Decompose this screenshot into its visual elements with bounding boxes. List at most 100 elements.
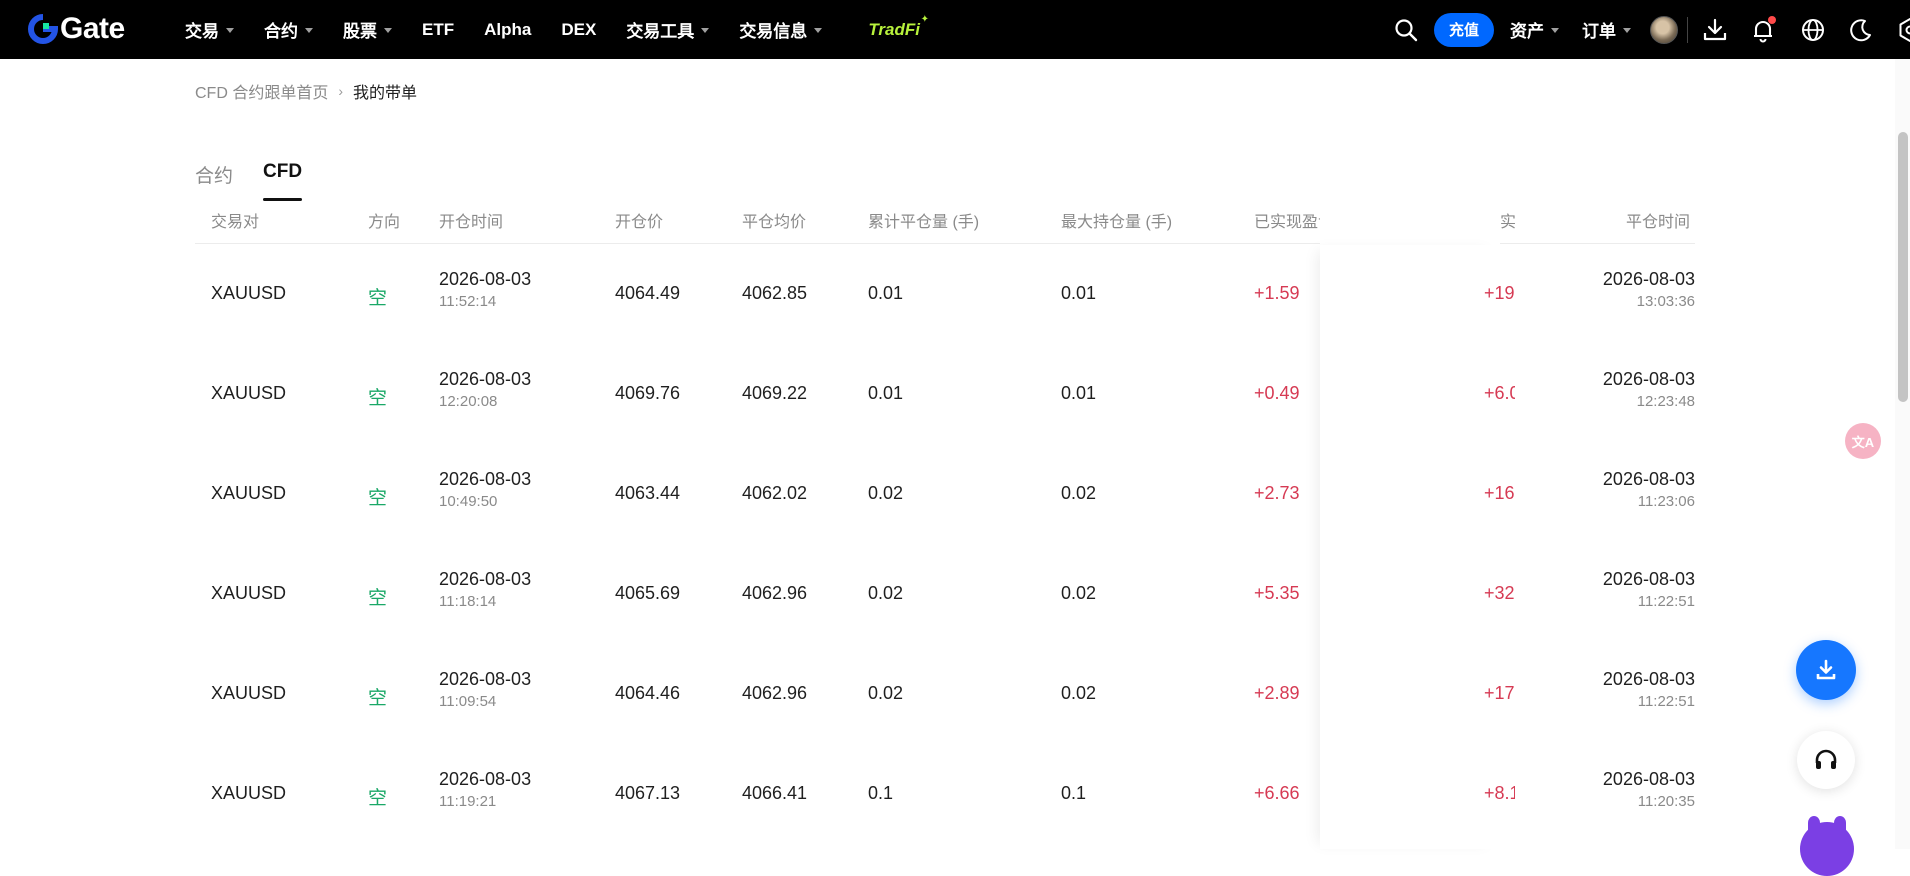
nav-label: 交易工具 bbox=[626, 17, 694, 42]
column-clip-header bbox=[1320, 200, 1500, 244]
nav-item-futures[interactable]: 合约 bbox=[264, 17, 313, 42]
cell-open-time: 2026-08-03 11:52:14 bbox=[439, 269, 531, 310]
cell-realized-pnl: +1.59 bbox=[1254, 283, 1300, 304]
open-clock: 12:20:08 bbox=[439, 393, 531, 410]
nav-label: 交易 bbox=[185, 17, 219, 42]
cell-realized-pnl: +2.89 bbox=[1254, 683, 1300, 704]
nav-label: Alpha bbox=[484, 20, 531, 40]
open-clock: 10:49:50 bbox=[439, 493, 531, 510]
moon-icon[interactable] bbox=[1848, 17, 1874, 43]
cell-max-hold: 0.02 bbox=[1061, 683, 1096, 704]
cell-closed-qty: 0.02 bbox=[868, 683, 903, 704]
main-nav: 交易 合约 股票 ETF Alpha DEX 交易工具 交易信息 TradFi✦ bbox=[185, 0, 950, 59]
cell-realized-pct: +8.1 bbox=[1484, 783, 1515, 804]
nav-item-trade[interactable]: 交易 bbox=[185, 17, 234, 42]
th-max-hold: 最大持仓量 (手) bbox=[1061, 208, 1172, 232]
cell-max-hold: 0.02 bbox=[1061, 583, 1096, 604]
cell-close-time: 2026-08-03 11:23:06 bbox=[1560, 469, 1695, 510]
cell-realized-pnl: +2.73 bbox=[1254, 483, 1300, 504]
nav-item-stocks[interactable]: 股票 bbox=[343, 17, 392, 42]
close-clock: 11:22:51 bbox=[1560, 593, 1695, 610]
translate-icon[interactable]: 文A bbox=[1845, 423, 1881, 459]
globe-icon[interactable] bbox=[1800, 17, 1826, 43]
cell-closed-qty: 0.01 bbox=[868, 383, 903, 404]
cell-realized-pnl: +5.35 bbox=[1254, 583, 1300, 604]
th-direction: 方向 bbox=[368, 208, 400, 232]
logo-text: Gate bbox=[60, 12, 125, 46]
cell-max-hold: 0.01 bbox=[1061, 383, 1096, 404]
top-nav-bar: Gate 交易 合约 股票 ETF Alpha DEX 交易工具 交易信息 Tr… bbox=[0, 0, 1910, 59]
deposit-button[interactable]: 充值 bbox=[1434, 13, 1494, 47]
scrollbar-thumb[interactable] bbox=[1898, 132, 1908, 402]
table-row: XAUUSD空4064.464062.960.020.02+2.892026-0… bbox=[0, 645, 1700, 745]
download-app-icon[interactable] bbox=[1796, 640, 1856, 700]
nav-item-assets[interactable]: 资产 bbox=[1510, 17, 1559, 42]
cell-pair: XAUUSD bbox=[211, 683, 286, 704]
cell-open-price: 4065.69 bbox=[615, 583, 680, 604]
cell-max-hold: 0.1 bbox=[1061, 783, 1086, 804]
table-row: XAUUSD空4063.444062.020.020.02+2.732026-0… bbox=[0, 445, 1700, 545]
cell-closed-qty: 0.02 bbox=[868, 483, 903, 504]
cell-open-price: 4064.46 bbox=[615, 683, 680, 704]
download-icon[interactable] bbox=[1702, 17, 1728, 43]
open-date: 2026-08-03 bbox=[439, 369, 531, 390]
avatar[interactable] bbox=[1650, 16, 1678, 44]
close-date: 2026-08-03 bbox=[1560, 769, 1695, 790]
open-clock: 11:52:14 bbox=[439, 293, 531, 310]
nav-item-alpha[interactable]: Alpha bbox=[484, 20, 531, 40]
cell-max-hold: 0.01 bbox=[1061, 283, 1096, 304]
search-icon[interactable] bbox=[1393, 17, 1419, 43]
settings-hex-icon[interactable] bbox=[1897, 17, 1910, 43]
close-date: 2026-08-03 bbox=[1560, 469, 1695, 490]
close-date: 2026-08-03 bbox=[1560, 569, 1695, 590]
cell-realized-pct: +6.0 bbox=[1484, 383, 1515, 404]
nav-item-trading-tools[interactable]: 交易工具 bbox=[626, 17, 709, 42]
close-clock: 11:23:06 bbox=[1560, 493, 1695, 510]
headset-icon[interactable] bbox=[1797, 731, 1855, 789]
cell-pair: XAUUSD bbox=[211, 483, 286, 504]
cell-realized-pct: +17. bbox=[1484, 683, 1515, 704]
nav-label: 资产 bbox=[1510, 17, 1544, 42]
open-date: 2026-08-03 bbox=[439, 669, 531, 690]
nav-item-orders[interactable]: 订单 bbox=[1582, 17, 1631, 42]
th-close-time: 平仓时间 bbox=[1626, 208, 1690, 232]
cell-close-avg: 4062.02 bbox=[742, 483, 807, 504]
cell-close-avg: 4069.22 bbox=[742, 383, 807, 404]
cell-realized-pct: +16. bbox=[1484, 483, 1515, 504]
gate-logo[interactable]: Gate bbox=[28, 11, 125, 47]
bell-icon[interactable] bbox=[1750, 17, 1776, 43]
notification-dot bbox=[1768, 16, 1776, 24]
cell-close-time: 2026-08-03 11:22:51 bbox=[1560, 569, 1695, 610]
nav-item-trading-info[interactable]: 交易信息 bbox=[739, 17, 822, 42]
gate-logo-icon bbox=[28, 14, 58, 44]
cell-pair: XAUUSD bbox=[211, 383, 286, 404]
nav-label: 交易信息 bbox=[739, 17, 807, 42]
mascot-icon[interactable] bbox=[1800, 822, 1854, 876]
nav-item-dex[interactable]: DEX bbox=[561, 20, 596, 40]
table-row: XAUUSD空4065.694062.960.020.02+5.352026-0… bbox=[0, 545, 1700, 645]
breadcrumb-home-link[interactable]: CFD 合约跟单首页 bbox=[195, 79, 328, 103]
cell-pair: XAUUSD bbox=[211, 283, 286, 304]
caret-down-icon bbox=[226, 28, 234, 33]
open-clock: 11:19:21 bbox=[439, 793, 531, 810]
open-date: 2026-08-03 bbox=[439, 269, 531, 290]
cell-closed-qty: 0.1 bbox=[868, 783, 893, 804]
tab-futures[interactable]: 合约 bbox=[195, 161, 233, 200]
cell-open-price: 4064.49 bbox=[615, 283, 680, 304]
tab-bar: 合约 CFD bbox=[195, 161, 332, 200]
open-date: 2026-08-03 bbox=[439, 569, 531, 590]
tab-cfd[interactable]: CFD bbox=[263, 161, 302, 200]
cell-open-time: 2026-08-03 12:20:08 bbox=[439, 369, 531, 410]
divider bbox=[1687, 17, 1688, 43]
table-row: XAUUSD空4064.494062.850.010.01+1.592026-0… bbox=[0, 245, 1700, 345]
th-closed-qty: 累计平仓量 (手) bbox=[868, 208, 979, 232]
nav-label: 订单 bbox=[1582, 17, 1616, 42]
cell-closed-qty: 0.01 bbox=[868, 283, 903, 304]
nav-item-etf[interactable]: ETF bbox=[422, 20, 454, 40]
cell-direction: 空 bbox=[368, 683, 387, 710]
close-clock: 11:22:51 bbox=[1560, 693, 1695, 710]
th-pair: 交易对 bbox=[211, 208, 259, 232]
cell-direction: 空 bbox=[368, 783, 387, 810]
open-date: 2026-08-03 bbox=[439, 469, 531, 490]
nav-item-tradfi[interactable]: TradFi✦ bbox=[862, 20, 920, 40]
